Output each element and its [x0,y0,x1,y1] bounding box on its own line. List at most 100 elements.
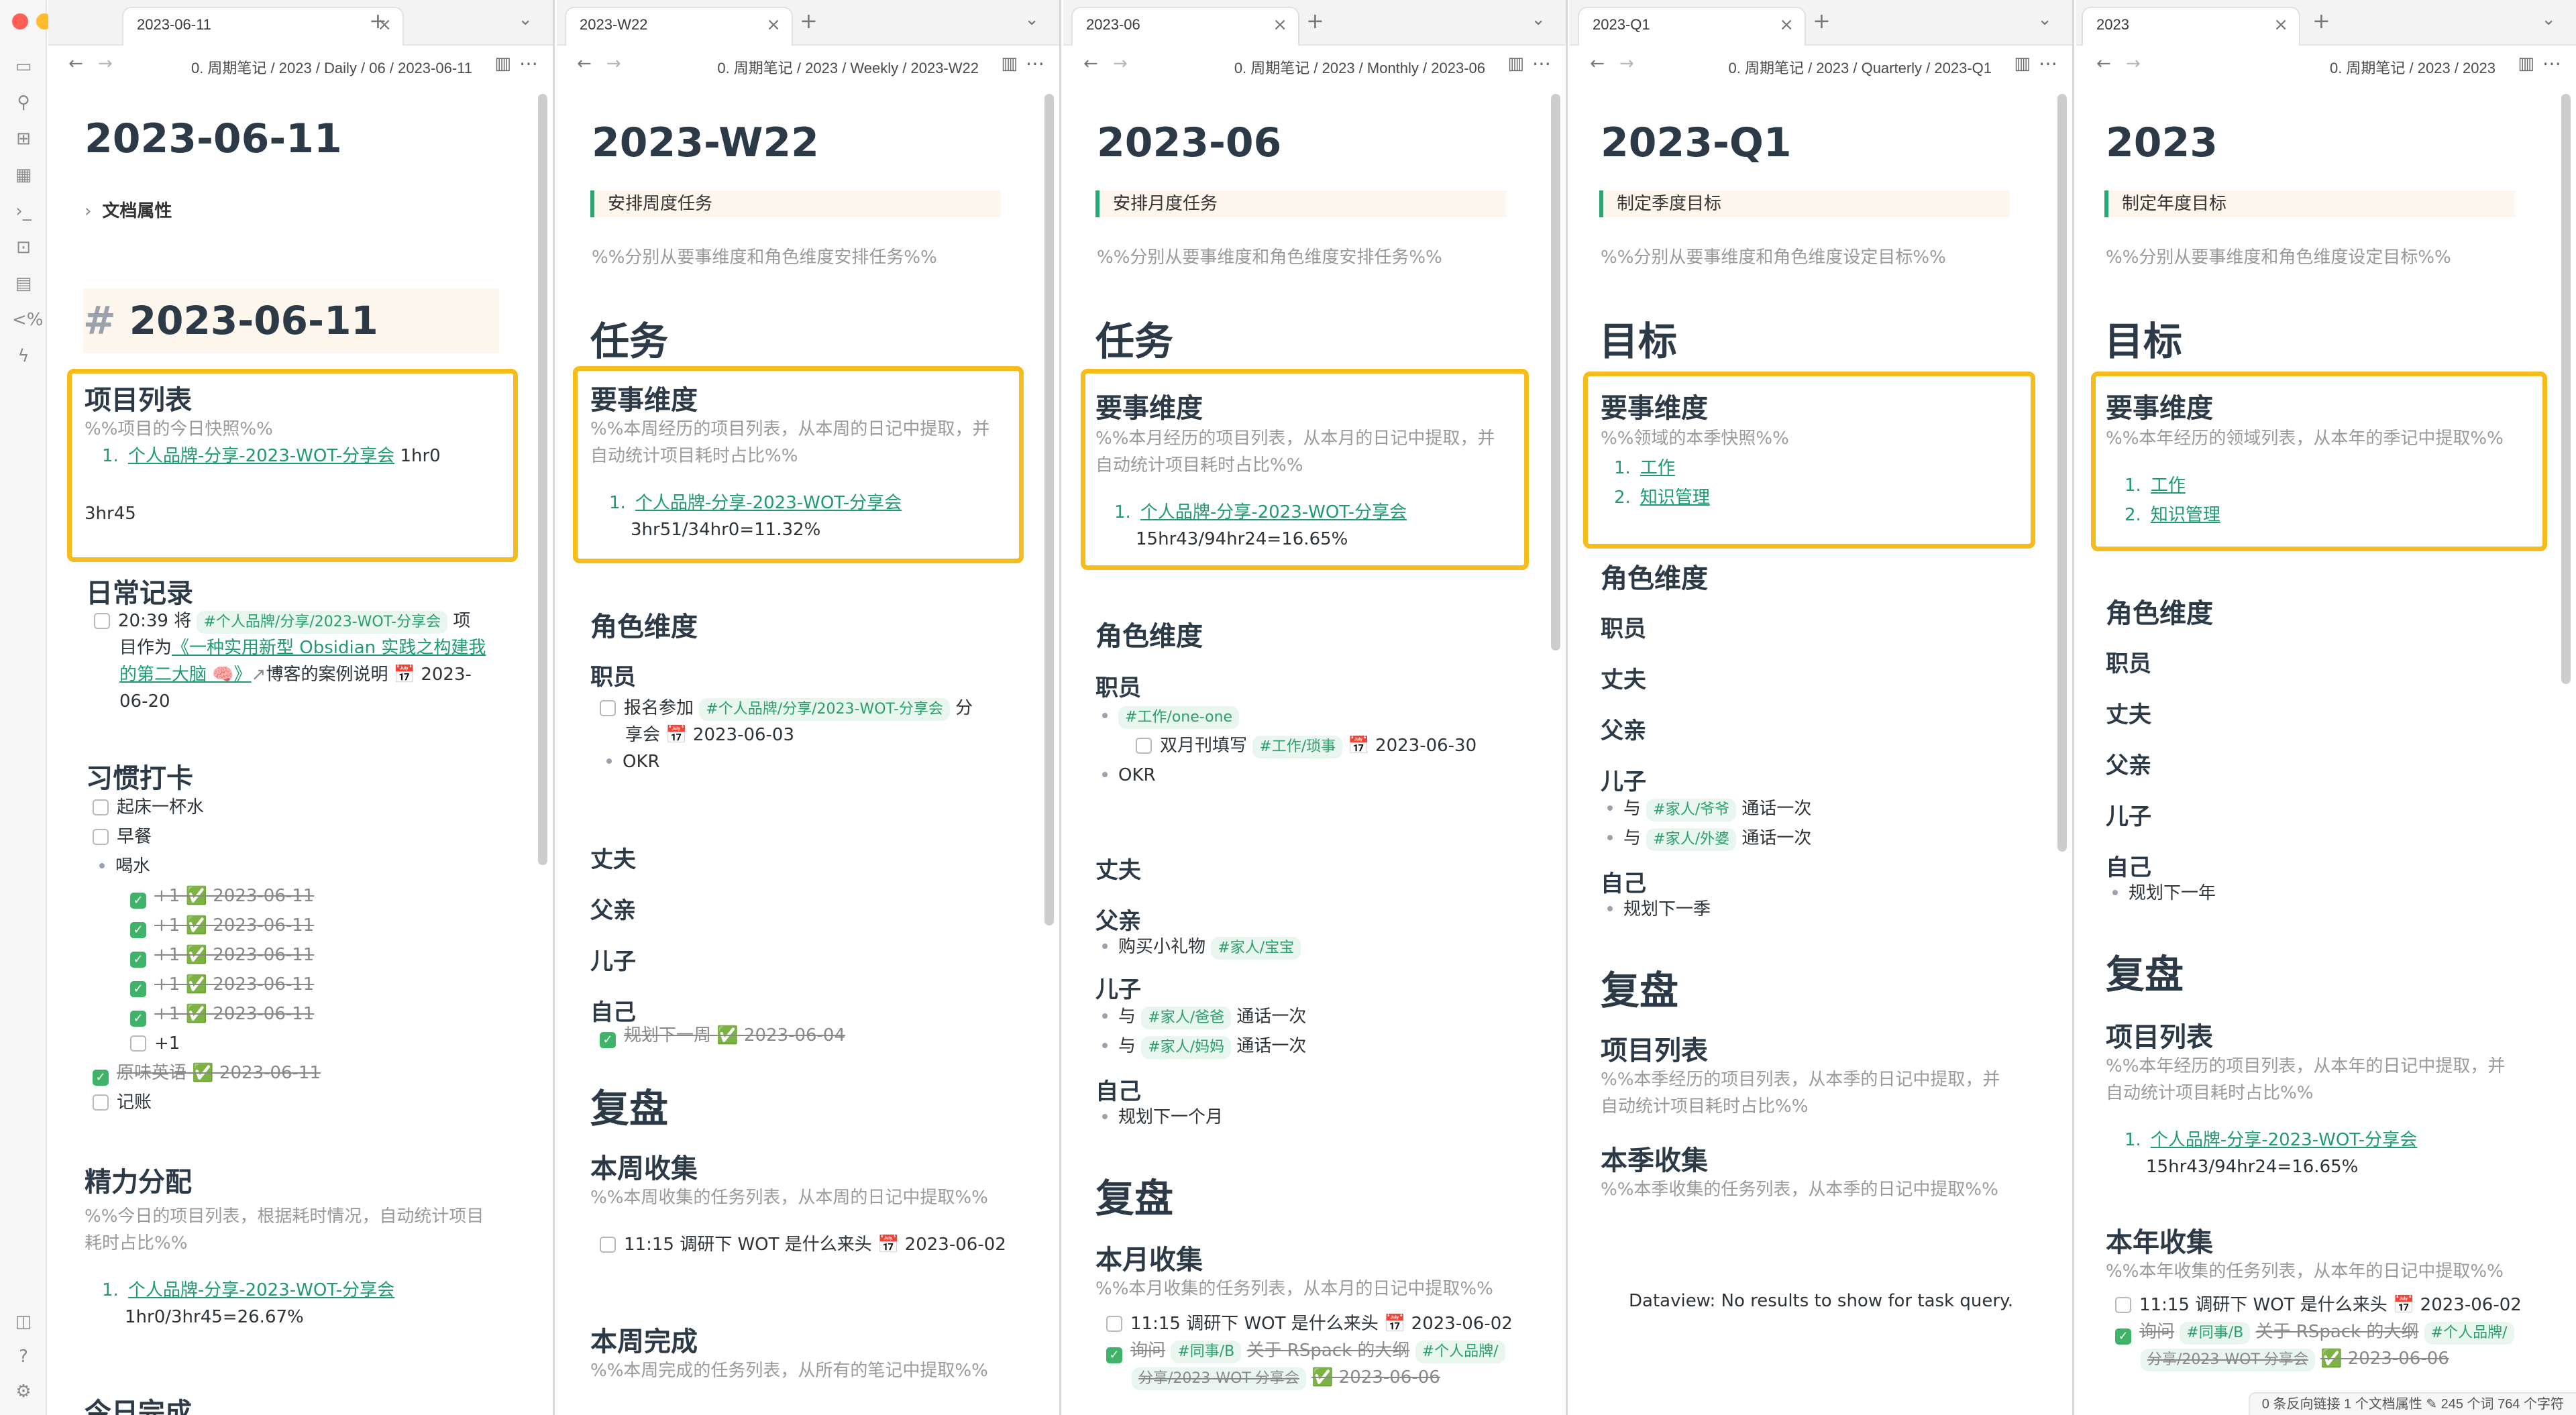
forward-arrow-icon[interactable]: → [98,54,113,74]
more-options-icon[interactable]: ⋯ [2542,52,2561,74]
close-tab-icon[interactable]: × [1273,15,1287,35]
more-options-icon[interactable]: ⋯ [519,52,538,74]
close-tab-icon[interactable]: × [2273,15,2288,35]
new-tab-icon[interactable]: + [1813,8,1831,34]
tab-yearly[interactable]: 2023 × [2082,7,2300,46]
forward-arrow-icon[interactable]: → [606,54,621,74]
task-checkbox-checked[interactable]: ✓ [2115,1328,2131,1345]
bolt-icon[interactable]: ϟ [12,346,35,366]
back-arrow-icon[interactable]: ← [1083,54,1098,74]
project-link[interactable]: 个人品牌-分享-2023-WOT-分享会 [1140,502,1407,522]
project-link[interactable]: 个人品牌-分享-2023-WOT-分享会 [128,446,394,466]
close-tab-icon[interactable]: × [766,15,781,35]
task-checkbox-checked[interactable]: ✓ [130,893,146,909]
task-checkbox[interactable] [94,613,110,629]
more-options-icon[interactable]: ⋯ [1026,52,1044,74]
forward-arrow-icon[interactable]: → [1113,54,1128,74]
project-link[interactable]: 个人品牌-分享-2023-WOT-分享会 [128,1280,394,1300]
tag[interactable]: #家人/宝宝 [1211,937,1301,960]
task-checkbox[interactable] [93,799,109,815]
tag[interactable]: #家人/外婆 [1646,828,1737,851]
breadcrumb[interactable]: 0. 周期笔记 / 2023 / Monthly / 2023-06 [1234,56,1485,78]
tag[interactable]: #同事/B [1171,1341,1242,1363]
task-checkbox[interactable] [2115,1297,2131,1313]
tag[interactable]: 分享/2023-WOT-分享会 [1132,1367,1306,1390]
reading-mode-icon[interactable]: ▥ [1001,54,1018,74]
task-checkbox-checked[interactable]: ✓ [130,922,146,938]
reading-mode-icon[interactable]: ▥ [2014,54,2031,74]
tag[interactable]: #家人/爸爸 [1141,1007,1232,1029]
breadcrumb[interactable]: 0. 周期笔记 / 2023 / Weekly / 2023-W22 [717,56,979,78]
task-checkbox-checked[interactable]: ✓ [130,981,146,997]
vault-icon[interactable]: ◫ [12,1312,35,1332]
task-checkbox-checked[interactable]: ✓ [1106,1347,1122,1363]
back-arrow-icon[interactable]: ← [1590,54,1605,74]
files-icon[interactable]: ▭ [12,56,35,76]
breadcrumb[interactable]: 0. 周期笔记 / 2023 / Quarterly / 2023-Q1 [1729,56,1992,78]
area-link[interactable]: 工作 [2151,475,2186,496]
tab-list-chevron-icon[interactable]: ⌄ [518,9,533,30]
tag[interactable]: 分享/2023-WOT-分享会 [2141,1349,2315,1371]
tag[interactable]: #个人品牌/分享/2023-WOT-分享会 [197,611,448,634]
tab-list-chevron-icon[interactable]: ⌄ [1024,9,1039,30]
task-checkbox-checked[interactable]: ✓ [600,1032,616,1048]
tab-list-chevron-icon[interactable]: ⌄ [2037,9,2052,30]
task-checkbox[interactable] [130,1035,146,1052]
tag[interactable]: #工作/琐事 [1252,736,1343,758]
task-checkbox[interactable] [1106,1316,1122,1332]
project-link[interactable]: 个人品牌-分享-2023-WOT-分享会 [635,493,902,513]
reading-mode-icon[interactable]: ▥ [494,54,511,74]
tab-daily[interactable]: 2023-06-11 × [122,7,404,46]
kanban-icon[interactable]: ▤ [12,274,35,294]
more-options-icon[interactable]: ⋯ [1532,52,1551,74]
tab-list-chevron-icon[interactable]: ⌄ [2541,9,2556,30]
tag[interactable]: #家人/爷爷 [1646,799,1737,822]
area-link[interactable]: 工作 [1640,458,1675,478]
area-link[interactable]: 知识管理 [2151,505,2220,525]
task-checkbox-checked[interactable]: ✓ [93,1070,109,1086]
tag[interactable]: #个人品牌/ [1415,1341,1505,1363]
task-checkbox-checked[interactable]: ✓ [130,1011,146,1027]
task-checkbox[interactable] [93,1094,109,1111]
template-icon[interactable]: ⊡ [12,237,35,258]
tag[interactable]: #个人品牌/ [2424,1322,2514,1345]
new-tab-icon[interactable]: + [2312,8,2330,34]
external-link[interactable]: 的第二大脑 🧠》 [119,665,252,685]
new-tab-icon[interactable]: + [369,8,387,34]
forward-arrow-icon[interactable]: → [1619,54,1634,74]
breadcrumb[interactable]: 0. 周期笔记 / 2023 / 2023 [2330,56,2496,78]
reading-mode-icon[interactable]: ▥ [2518,54,2534,74]
breadcrumb[interactable]: 0. 周期笔记 / 2023 / Daily / 06 / 2023-06-11 [191,56,472,78]
close-tab-icon[interactable]: × [1779,15,1794,35]
task-checkbox[interactable] [93,829,109,845]
new-tab-icon[interactable]: + [800,8,818,34]
task-checkbox[interactable] [600,700,616,716]
back-arrow-icon[interactable]: ← [577,54,592,74]
tab-monthly[interactable]: 2023-06 × [1071,7,1299,46]
task-checkbox[interactable] [600,1237,616,1253]
help-icon[interactable]: ? [12,1347,35,1367]
tag[interactable]: #同事/B [2180,1322,2251,1345]
canvas-icon[interactable]: ⊞ [12,129,35,149]
back-arrow-icon[interactable]: ← [68,54,83,74]
project-link[interactable]: 个人品牌-分享-2023-WOT-分享会 [2151,1130,2417,1150]
calendar-icon[interactable]: ▦ [12,165,35,185]
tag[interactable]: #工作/one-one [1118,706,1240,729]
tag[interactable]: #家人/妈妈 [1141,1036,1232,1059]
properties-toggle[interactable]: › 文档属性 [85,197,172,222]
settings-icon[interactable]: ⚙ [12,1381,35,1402]
task-checkbox[interactable] [1136,738,1152,754]
back-arrow-icon[interactable]: ← [2096,54,2111,74]
forward-arrow-icon[interactable]: → [2126,54,2141,74]
task-checkbox-checked[interactable]: ✓ [130,952,146,968]
tag[interactable]: #个人品牌/分享/2023-WOT-分享会 [699,698,950,721]
graph-icon[interactable]: ⚲ [12,93,35,113]
tab-list-chevron-icon[interactable]: ⌄ [1531,9,1546,30]
terminal-icon[interactable]: ›_ [12,201,35,221]
percent-icon[interactable]: <% [12,310,44,330]
close-window-button[interactable] [12,13,28,30]
external-link[interactable]: 《一种实用新型 Obsidian 实践之构建我 [172,638,486,658]
reading-mode-icon[interactable]: ▥ [1507,54,1524,74]
area-link[interactable]: 知识管理 [1640,488,1710,508]
tab-quarterly[interactable]: 2023-Q1 × [1578,7,1806,46]
